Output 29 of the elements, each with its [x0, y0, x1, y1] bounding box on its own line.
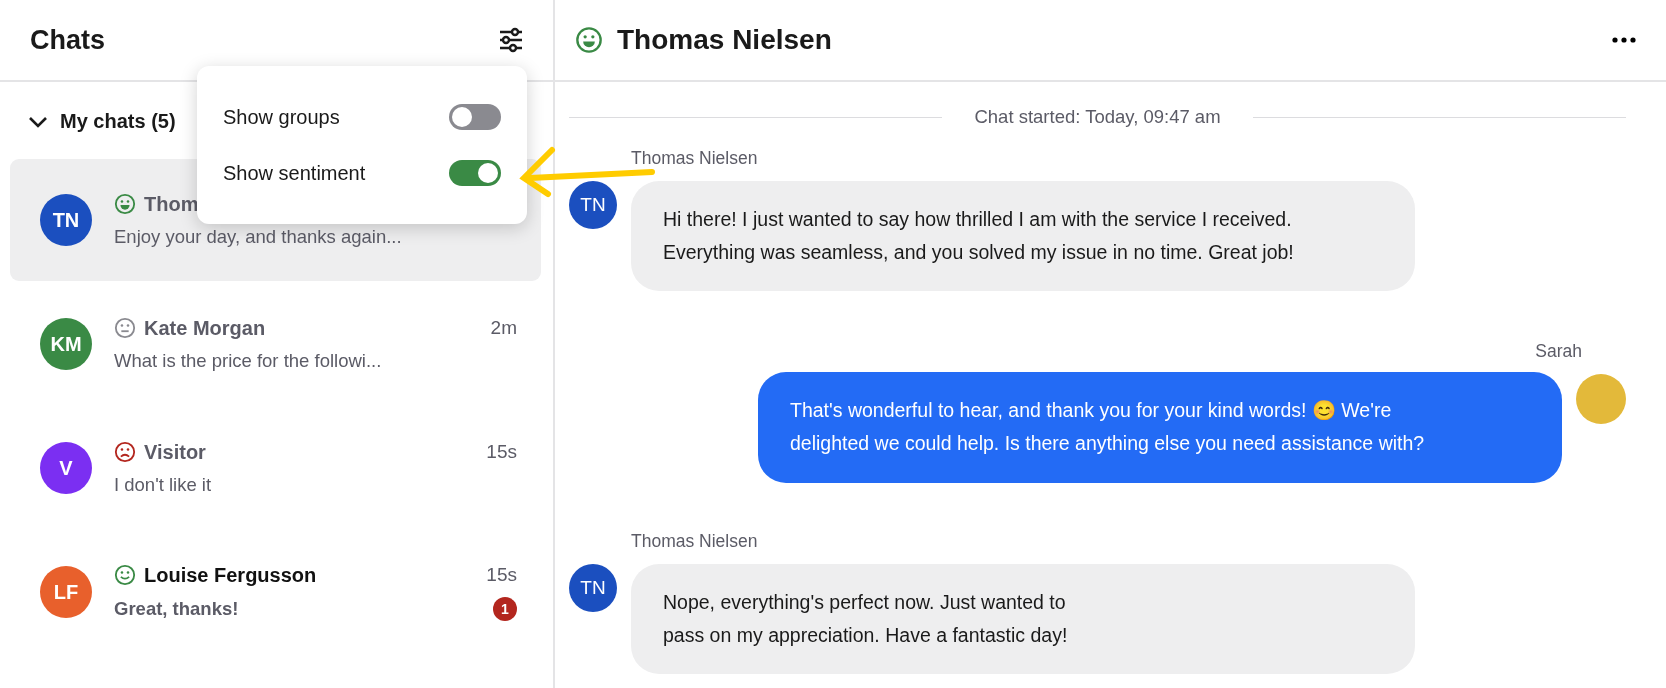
- message-bubble: That's wonderful to hear, and thank you for your kind words! 😊 We're delighted we could help. Is there anything else you need assistance with?: [758, 372, 1562, 483]
- avatar: TN: [569, 181, 617, 229]
- contact-name: Thomas Nielsen: [617, 24, 832, 56]
- sender-name: Thomas Nielsen: [631, 530, 759, 552]
- chat-time: 15s: [486, 441, 517, 463]
- sender-name: Sarah: [1535, 341, 1582, 363]
- avatar: V: [40, 442, 92, 494]
- option-label: Show groups: [223, 105, 340, 129]
- contact-name: Louise Fergusson: [144, 563, 317, 587]
- contact-name: Kate Morgan: [144, 316, 266, 340]
- sender-name: Thomas Nielsen: [631, 148, 759, 169]
- chat-time: 15s: [486, 564, 517, 586]
- chat-time: 2m: [490, 317, 517, 339]
- message-preview: Great, thanks!: [114, 597, 239, 620]
- panel-title: Chats: [30, 24, 105, 56]
- message-preview: What is the price for the followi...: [114, 349, 382, 372]
- avatar: KM: [40, 318, 92, 370]
- message-preview: I don't like it: [114, 473, 212, 496]
- option-label: Show sentiment: [223, 161, 366, 185]
- avatar: LF: [40, 566, 92, 618]
- unread-count-badge: 1: [493, 596, 517, 621]
- contact-name: Visitor: [144, 440, 206, 464]
- avatar: TN: [40, 194, 92, 246]
- avatar: TN: [569, 563, 617, 612]
- message-preview: Enjoy your day, and thanks again...: [114, 225, 402, 248]
- message-bubble: Hi there! I just wanted to say how thrilled I am with the service I received. Everything was seamless, and you solved my issue in no time. Great job!: [631, 181, 1415, 292]
- contact-name: Thom: [144, 192, 199, 216]
- message-bubble: Nope, everything's perfect now. Just wanted to pass on my appreciation. Have a fantastic day!: [631, 563, 1415, 674]
- chat-start-note: Chat started: Today, 09:47 am: [974, 106, 1221, 128]
